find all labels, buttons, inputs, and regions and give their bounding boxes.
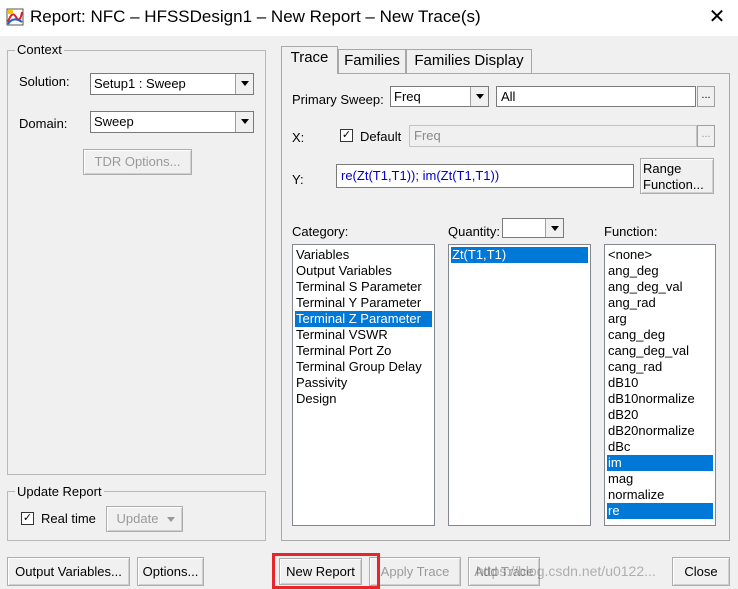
- function-list-item[interactable]: dB10normalize: [607, 391, 713, 407]
- function-list-item[interactable]: normalize: [607, 487, 713, 503]
- function-list-item[interactable]: <none>: [607, 247, 713, 263]
- hfss-app-icon: [6, 8, 24, 26]
- update-button[interactable]: Update: [106, 506, 183, 532]
- function-list-item[interactable]: ang_deg: [607, 263, 713, 279]
- update-label: Update: [116, 511, 159, 526]
- window-title: Report: NFC – HFSSDesign1 – New Report –…: [30, 7, 481, 26]
- chevron-down-icon: [470, 87, 488, 106]
- quantity-listbox[interactable]: Zt(T1,T1): [448, 244, 591, 526]
- category-list-item[interactable]: Terminal S Parameter: [295, 279, 432, 295]
- function-list-item[interactable]: cang_deg_val: [607, 343, 713, 359]
- chevron-down-icon: [545, 219, 563, 237]
- quantity-label: Quantity:: [448, 224, 501, 239]
- function-list-item[interactable]: dBc: [607, 439, 713, 455]
- category-list-item[interactable]: Output Variables: [295, 263, 432, 279]
- category-list-item[interactable]: Design: [295, 391, 432, 407]
- function-list-item[interactable]: ang_deg_val: [607, 279, 713, 295]
- window-close-button[interactable]: ✕: [704, 4, 730, 30]
- function-list-item[interactable]: cang_deg: [607, 327, 713, 343]
- realtime-checkbox[interactable]: ✓: [21, 512, 34, 525]
- category-label: Category:: [292, 224, 349, 239]
- options-button[interactable]: Options...: [137, 557, 204, 586]
- watermark: https://blog.csdn.net/u0122...: [476, 563, 656, 579]
- tdr-options-button[interactable]: TDR Options...: [83, 149, 192, 175]
- realtime-label: Real time: [41, 511, 96, 526]
- new-report-highlight-box: [272, 553, 380, 589]
- function-list-item[interactable]: arg: [607, 311, 713, 327]
- tab-families[interactable]: Families: [338, 49, 406, 73]
- x-ellipsis-button[interactable]: ...: [697, 125, 715, 147]
- quantity-list-item[interactable]: Zt(T1,T1): [451, 247, 588, 263]
- function-label: Function:: [604, 224, 658, 239]
- options-label: Options...: [142, 564, 199, 579]
- x-label: X:: [292, 130, 305, 145]
- solution-value: Setup1 : Sweep: [94, 76, 186, 91]
- primary-sweep-label: Primary Sweep:: [292, 92, 384, 107]
- function-list-item[interactable]: dB20: [607, 407, 713, 423]
- quantity-filter-select[interactable]: [502, 218, 564, 238]
- category-list-item[interactable]: Terminal Y Parameter: [295, 295, 432, 311]
- category-list-item[interactable]: Terminal Group Delay: [295, 359, 432, 375]
- dropdown-arrow-icon: [167, 517, 175, 522]
- x-expression-field[interactable]: Freq: [409, 125, 697, 147]
- close-button[interactable]: Close: [672, 557, 730, 586]
- output-variables-label: Output Variables...: [15, 564, 122, 579]
- primary-sweep-ellipsis-button[interactable]: ...: [697, 86, 715, 107]
- function-list-item[interactable]: dB20normalize: [607, 423, 713, 439]
- function-list-item[interactable]: re: [607, 503, 713, 519]
- category-listbox[interactable]: Variables Output Variables Terminal S Para…: [292, 244, 435, 526]
- default-label: Default: [360, 129, 402, 144]
- function-list-item[interactable]: cang_rad: [607, 359, 713, 375]
- domain-select[interactable]: Sweep: [90, 111, 254, 133]
- chevron-down-icon: [235, 112, 253, 132]
- function-list-item[interactable]: im: [607, 455, 713, 471]
- chevron-down-icon: [235, 74, 253, 94]
- apply-trace-label: Apply Trace: [380, 564, 450, 579]
- default-checkbox[interactable]: ✓: [340, 129, 353, 142]
- function-listbox[interactable]: <none> ang_deg ang_deg_val ang_rad arg cang_d…: [604, 244, 716, 526]
- primary-sweep-select[interactable]: Freq: [390, 86, 489, 107]
- primary-sweep-value: Freq: [394, 89, 421, 104]
- function-list-item[interactable]: dB10: [607, 375, 713, 391]
- solution-select[interactable]: Setup1 : Sweep: [90, 73, 254, 95]
- function-list-item[interactable]: mag: [607, 471, 713, 487]
- y-label: Y:: [292, 172, 304, 187]
- category-list-item[interactable]: Terminal Z Parameter: [295, 311, 432, 327]
- tab-families-display[interactable]: Families Display: [406, 49, 532, 73]
- category-list-item[interactable]: Variables: [295, 247, 432, 263]
- solution-label: Solution:: [19, 74, 70, 89]
- tdr-options-label: TDR Options...: [94, 154, 181, 169]
- close-label: Close: [684, 564, 718, 579]
- function-list-item[interactable]: ang_rad: [607, 295, 713, 311]
- domain-value: Sweep: [94, 114, 134, 129]
- title-bar: Report: NFC – HFSSDesign1 – New Report –…: [0, 0, 738, 36]
- apply-trace-button[interactable]: Apply Trace: [369, 557, 461, 586]
- tab-trace[interactable]: Trace: [281, 46, 338, 74]
- range-function-button[interactable]: Range Function...: [640, 158, 714, 194]
- update-report-group-title: Update Report: [15, 484, 104, 499]
- output-variables-button[interactable]: Output Variables...: [7, 557, 130, 586]
- category-list-item[interactable]: Terminal Port Zo: [295, 343, 432, 359]
- category-list-item[interactable]: Terminal VSWR: [295, 327, 432, 343]
- y-expression-field[interactable]: re(Zt(T1,T1)); im(Zt(T1,T1)): [336, 164, 634, 188]
- primary-sweep-range[interactable]: All: [496, 86, 696, 107]
- domain-label: Domain:: [19, 116, 68, 131]
- category-list-item[interactable]: Passivity: [295, 375, 432, 391]
- context-group-title: Context: [15, 42, 64, 57]
- range-function-label: Range Function...: [643, 161, 704, 192]
